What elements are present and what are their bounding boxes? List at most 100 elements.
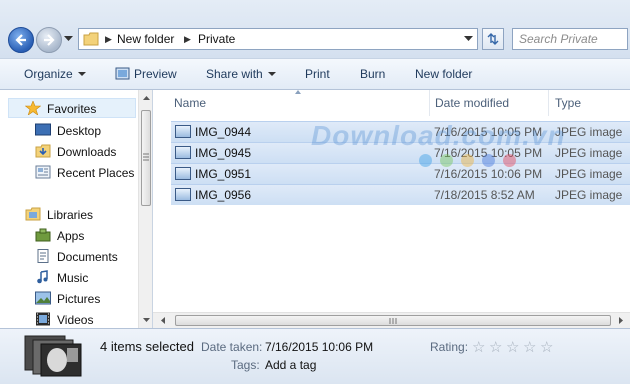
navigation-pane: Favorites Desktop Downloads Recent Place… [0, 90, 153, 328]
details-pane: 4 items selected Date taken: 7/16/2015 1… [0, 328, 630, 384]
grip-icon [143, 153, 149, 161]
nav-pictures-label: Pictures [57, 292, 101, 306]
star-icon[interactable]: ☆ [489, 338, 502, 356]
file-date: 7/18/2015 8:52 AM [434, 188, 535, 202]
column-divider[interactable] [429, 90, 430, 116]
back-button[interactable] [8, 27, 34, 53]
chevron-down-icon [77, 72, 86, 76]
nav-music[interactable]: Music [37, 270, 89, 285]
file-name: IMG_0956 [195, 188, 252, 202]
nav-recent-places[interactable]: Recent Places [35, 165, 135, 180]
organize-label: Organize [24, 67, 73, 81]
share-with-button[interactable]: Share with [206, 67, 276, 81]
music-icon [37, 270, 48, 284]
libraries-icon [25, 207, 41, 221]
nav-downloads-label: Downloads [57, 145, 117, 159]
burn-button[interactable]: Burn [360, 67, 385, 81]
watermark-dot [503, 154, 516, 167]
nav-documents-label: Documents [57, 250, 118, 264]
selected-count: 4 items selected [100, 339, 194, 354]
nav-downloads[interactable]: Downloads [35, 144, 117, 159]
arrow-left-icon [15, 34, 26, 46]
star-icon[interactable]: ☆ [523, 338, 536, 356]
column-header-date-modified[interactable]: Date modified [435, 96, 509, 110]
nav-desktop-label: Desktop [57, 124, 102, 138]
selection-thumbnail [24, 335, 82, 377]
scroll-left-icon[interactable] [158, 314, 168, 327]
nav-desktop[interactable]: Desktop [35, 123, 102, 138]
address-bar-region: ▶ New folder ▶ Private Search Private [0, 0, 630, 58]
file-row[interactable]: IMG_0951 7/16/2015 10:06 PM JPEG image [171, 163, 630, 184]
file-name: IMG_0944 [195, 125, 252, 139]
sort-ascending-icon [295, 90, 301, 94]
date-taken-value[interactable]: 7/16/2015 10:06 PM [265, 340, 373, 354]
breadcrumb-separator-icon[interactable]: ▶ [105, 34, 112, 45]
print-button[interactable]: Print [305, 67, 330, 81]
nav-videos[interactable]: Videos [36, 312, 93, 327]
nav-libraries-label: Libraries [47, 208, 94, 222]
file-type: JPEG image [555, 167, 623, 181]
star-icon[interactable]: ☆ [506, 338, 519, 356]
nav-pictures[interactable]: Pictures [35, 291, 101, 306]
chevron-down-icon[interactable] [464, 36, 473, 42]
file-list-scroll-thumb[interactable] [175, 315, 611, 326]
preview-label: Preview [134, 67, 177, 81]
watermark-dot [461, 154, 474, 167]
star-icon[interactable]: ☆ [472, 338, 485, 356]
breadcrumb-new-folder[interactable]: New folder [117, 32, 174, 46]
breadcrumb-private[interactable]: Private [198, 32, 235, 46]
arrow-right-icon [44, 34, 55, 46]
refresh-button[interactable] [482, 28, 504, 50]
jpeg-file-icon [175, 188, 191, 201]
nav-recent-places-label: Recent Places [57, 166, 135, 180]
nav-documents[interactable]: Documents [37, 249, 118, 264]
refresh-icon [487, 33, 499, 45]
new-folder-button[interactable]: New folder [415, 67, 472, 81]
date-taken-label: Date taken: [201, 340, 263, 354]
nav-scroll-thumb[interactable] [141, 110, 151, 206]
file-row[interactable]: IMG_0956 7/18/2015 8:52 AM JPEG image [171, 184, 630, 205]
rating-label: Rating: [430, 340, 469, 354]
address-box[interactable]: ▶ New folder ▶ Private [78, 28, 478, 50]
column-header-type[interactable]: Type [555, 96, 581, 110]
organize-button[interactable]: Organize [24, 67, 86, 81]
file-list-horizontal-scrollbar[interactable] [153, 312, 630, 328]
forward-button[interactable] [36, 27, 62, 53]
watermark: Download.com.vn [311, 120, 566, 151]
nav-apps[interactable]: Apps [35, 228, 84, 243]
command-bar: Organize Preview Share with Print Burn N… [0, 58, 630, 90]
chevron-down-icon [267, 72, 276, 76]
nav-favorites[interactable]: Favorites [25, 101, 97, 116]
tags-label: Tags: [231, 358, 260, 372]
nav-music-label: Music [57, 271, 89, 285]
scroll-up-icon[interactable] [140, 94, 153, 102]
downloads-icon [35, 144, 51, 158]
nav-favorites-label: Favorites [47, 102, 97, 116]
star-icon[interactable]: ☆ [540, 338, 553, 356]
apps-icon [35, 228, 51, 242]
watermark-dot [419, 154, 432, 167]
documents-icon [37, 249, 49, 263]
column-divider[interactable] [548, 90, 549, 116]
scroll-down-icon[interactable] [140, 316, 153, 324]
file-date: 7/16/2015 10:06 PM [434, 167, 543, 181]
tags-value[interactable]: Add a tag [265, 358, 316, 372]
breadcrumb-separator-icon[interactable]: ▶ [184, 34, 191, 45]
desktop-icon [35, 123, 51, 136]
jpeg-file-icon [175, 125, 191, 138]
scroll-right-icon[interactable] [616, 314, 626, 327]
folder-icon [83, 32, 99, 46]
recent-places-icon [35, 165, 51, 179]
nav-libraries[interactable]: Libraries [25, 207, 94, 222]
recent-pages-dropdown[interactable] [64, 36, 73, 42]
search-input[interactable]: Search Private [512, 28, 628, 50]
grip-icon [389, 318, 397, 324]
star-icon [25, 101, 41, 115]
nav-vertical-scrollbar[interactable] [138, 90, 153, 328]
preview-button[interactable]: Preview [115, 67, 177, 81]
share-with-label: Share with [206, 67, 263, 81]
pictures-icon [35, 291, 51, 305]
column-header-name[interactable]: Name [174, 96, 206, 110]
file-type: JPEG image [555, 188, 623, 202]
file-name: IMG_0945 [195, 146, 252, 160]
